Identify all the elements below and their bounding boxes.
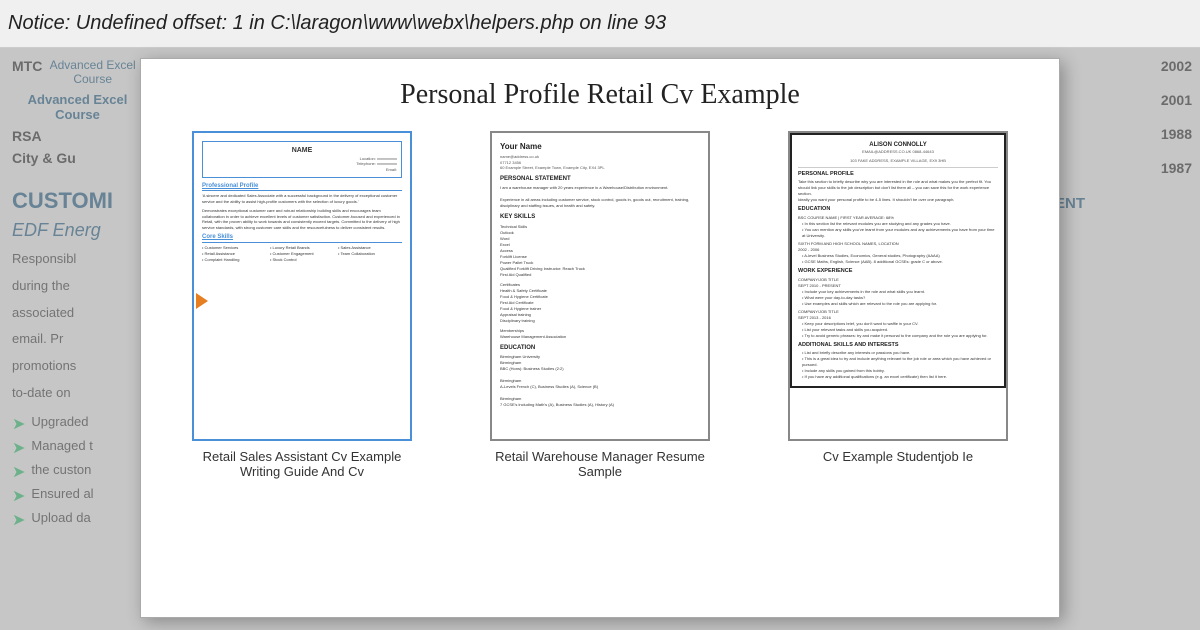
notice-text: Notice: Undefined offset: 1 in C:\larago… [8, 12, 666, 35]
cv-label-2: Retail Warehouse Manager Resume Sample [490, 449, 710, 479]
cv3-profile-text: Take this section to briefly describe wh… [798, 179, 998, 203]
cv3-additional-title: ADDITIONAL SKILLS AND INTERESTS [798, 342, 998, 350]
cv2-education-text: Birmingham University Birmingham BBC (Ho… [500, 354, 700, 408]
cv1-orange-arrow-icon [196, 293, 208, 309]
cv1-skills-title: Core Skills [202, 233, 402, 242]
cv3-work2-bullet-3: • Try to avoid generic phrases: try and … [798, 333, 998, 339]
cv3-name: ALISON CONNOLLY [798, 141, 998, 149]
modal-overlay: Personal Profile Retail Cv Example NAME … [0, 48, 1200, 630]
cv-thumbnail-2: Your Name name@address.co.uk07712 345660… [490, 131, 710, 441]
cv3-divider-1 [798, 167, 998, 168]
cv1-skills-col-2: • Luxury Retail Brands • Customer Engage… [270, 245, 334, 263]
cv-thumbnail-3: ALISON CONNOLLY EMAIL@ADDRESS.CO.UK 0868… [788, 131, 1008, 441]
cv3-work-bullet-3: • Use examples and skills which are rele… [798, 301, 998, 307]
cv-card-2: Your Name name@address.co.uk07712 345660… [463, 131, 737, 479]
cv-thumbnail-1: NAME Location: xxxxxxxxxxTelephone: xxxx… [192, 131, 412, 441]
cv-label-3: Cv Example Studentjob Ie [823, 449, 973, 464]
cv1-profile-text: 'A sincere and dedicated Sales Associate… [202, 193, 402, 205]
cv3-profile-title: PERSONAL PROFILE [798, 171, 998, 179]
cv1-contact: Location: xxxxxxxxxxTelephone: xxxxxxxxx… [207, 156, 397, 173]
cv-card-3: ALISON CONNOLLY EMAIL@ADDRESS.CO.UK 0868… [761, 131, 1035, 479]
modal-container: Personal Profile Retail Cv Example NAME … [140, 58, 1060, 618]
cv3-company2: COMPANY/JOB TITLESEPT 2013 - 2016 [798, 309, 998, 321]
cv2-personal-stmt-title: PERSONAL STATEMENT [500, 175, 700, 183]
cv3-edu-bullet-2: • You can mention any skills you've lear… [798, 227, 998, 239]
cv2-education-title: EDUCATION [500, 344, 700, 352]
cv1-skills-grid: • Customer Services • Retail Assistance … [202, 245, 402, 263]
cv3-education-title: EDUCATION [798, 206, 998, 214]
cv1-content: NAME Location: xxxxxxxxxxTelephone: xxxx… [194, 133, 410, 271]
cv3-address: 103 FAKE ADDRESS, EXAMPLE VILLAGE, EX9 3… [798, 158, 998, 164]
notice-bar: Notice: Undefined offset: 1 in C:\larago… [0, 0, 1200, 48]
cv3-school-bullet-2: • GCSE Maths, English, Science (AAB). 8 … [798, 259, 998, 265]
cv-label-1: Retail Sales Assistant Cv Example Writin… [192, 449, 412, 479]
cv2-memberships: Memberships Warehouse Management Associa… [500, 328, 700, 340]
cv2-personal-stmt-text: I am a warehouse manager with 20 years e… [500, 185, 700, 209]
cv2-key-skills-title: KEY SKILLS [500, 213, 700, 221]
cv2-name: Your Name [500, 141, 700, 152]
cv1-profile-title: Professional Profile [202, 182, 402, 191]
cv3-content: ALISON CONNOLLY EMAIL@ADDRESS.CO.UK 0868… [790, 133, 1006, 388]
cv3-add-bullet-4: • If you have any additional qualificati… [798, 374, 998, 380]
cv-samples-grid: NAME Location: xxxxxxxxxxTelephone: xxxx… [165, 131, 1035, 479]
cv2-key-skills-text: Technical Skills OutlookWordExcelAccessF… [500, 224, 700, 278]
cv2-contact: name@address.co.uk07712 345660 Example S… [500, 154, 700, 171]
cv3-work-title: WORK EXPERIENCE [798, 268, 998, 276]
cv1-header: NAME Location: xxxxxxxxxxTelephone: xxxx… [202, 141, 402, 178]
cv1-name: NAME [207, 146, 397, 156]
cv3-email: EMAIL@ADDRESS.CO.UK 0868-44643 [798, 149, 998, 155]
cv1-skills-col-1: • Customer Services • Retail Assistance … [202, 245, 266, 263]
cv2-content: Your Name name@address.co.uk07712 345660… [492, 133, 708, 416]
cv1-demonstrates: Demonstrates exceptional customer care a… [202, 208, 402, 230]
cv-card-1: NAME Location: xxxxxxxxxxTelephone: xxxx… [165, 131, 439, 479]
cv1-skills-col-3: • Sales Assistance • Team Collaboration [338, 245, 402, 263]
cv3-add-bullet-2: • This is a great idea to try and includ… [798, 356, 998, 368]
modal-title: Personal Profile Retail Cv Example [165, 79, 1035, 111]
cv2-certificates: Certificates Health & Safety Certificate… [500, 282, 700, 324]
cv3-company1: COMPANY/JOB TITLESEPT 2010 - PRESENT [798, 277, 998, 289]
